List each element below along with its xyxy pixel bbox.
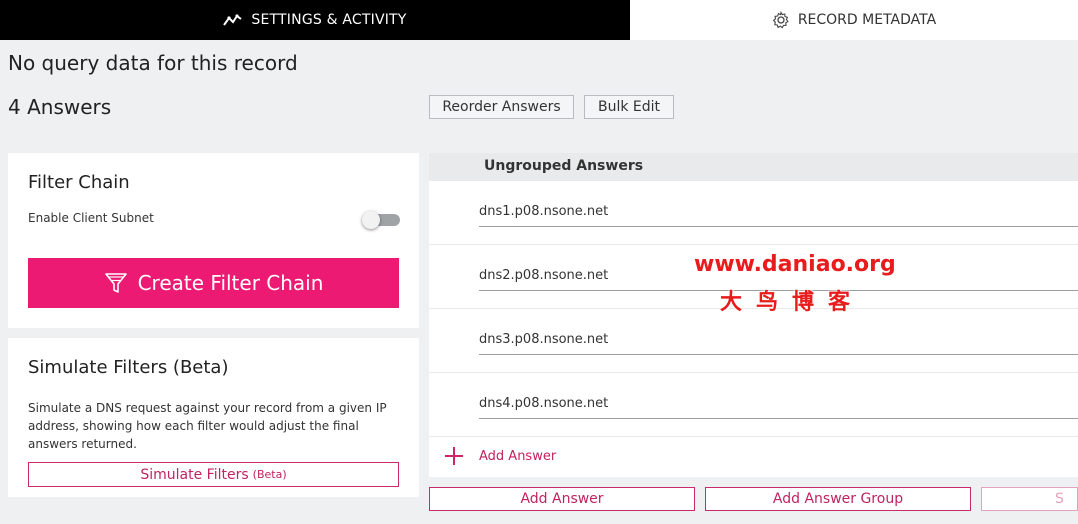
answers-count-heading: 4 Answers <box>8 95 112 119</box>
activity-chart-icon <box>223 14 243 26</box>
filter-chain-title: Filter Chain <box>28 172 130 193</box>
gear-icon <box>772 11 789 29</box>
plus-icon <box>443 445 465 467</box>
create-filter-chain-label: Create Filter Chain <box>137 271 324 295</box>
ungrouped-answers-label: Ungrouped Answers <box>484 158 644 174</box>
watermark-chinese: 大鸟博客 <box>720 290 865 315</box>
truncated-action-label: S <box>1055 491 1064 507</box>
toggle-knob <box>362 211 380 229</box>
client-subnet-toggle[interactable] <box>362 211 400 229</box>
add-answer-group-button[interactable]: Add Answer Group <box>705 487 971 511</box>
simulate-filters-description: Simulate a DNS request against your reco… <box>28 401 387 451</box>
add-answer-inline-button[interactable]: Add Answer <box>443 444 556 468</box>
tab-metadata-label: RECORD METADATA <box>797 12 937 28</box>
tab-bar: SETTINGS & ACTIVITY RECORD METADATA <box>0 0 1078 40</box>
answer-input[interactable]: dns4.p08.nsone.net <box>479 393 1078 419</box>
watermark-url: www.daniao.org <box>694 252 896 277</box>
add-answer-button[interactable]: Add Answer <box>429 487 695 511</box>
answer-input[interactable]: dns1.p08.nsone.net <box>479 201 1078 227</box>
truncated-action-button[interactable]: S <box>981 487 1078 511</box>
no-query-message: No query data for this record <box>8 51 298 75</box>
client-subnet-label: Enable Client Subnet <box>28 211 154 225</box>
answer-input[interactable]: dns3.p08.nsone.net <box>479 329 1078 355</box>
simulate-filters-button-label: Simulate Filters <box>140 466 249 483</box>
tab-record-metadata[interactable]: RECORD METADATA <box>630 0 1078 40</box>
bulk-edit-button[interactable]: Bulk Edit <box>584 95 674 119</box>
tab-settings-activity[interactable]: SETTINGS & ACTIVITY <box>0 0 630 40</box>
simulate-filters-title: Simulate Filters (Beta) <box>28 357 229 378</box>
simulate-filters-button[interactable]: Simulate Filters (Beta) <box>28 462 399 487</box>
add-answer-inline-label: Add Answer <box>479 448 557 464</box>
simulate-filters-beta-label: (Beta) <box>252 468 287 481</box>
filter-funnel-icon <box>104 273 127 293</box>
reorder-answers-button[interactable]: Reorder Answers <box>429 95 574 119</box>
create-filter-chain-button[interactable]: Create Filter Chain <box>28 258 399 308</box>
tab-settings-label: SETTINGS & ACTIVITY <box>251 12 407 28</box>
